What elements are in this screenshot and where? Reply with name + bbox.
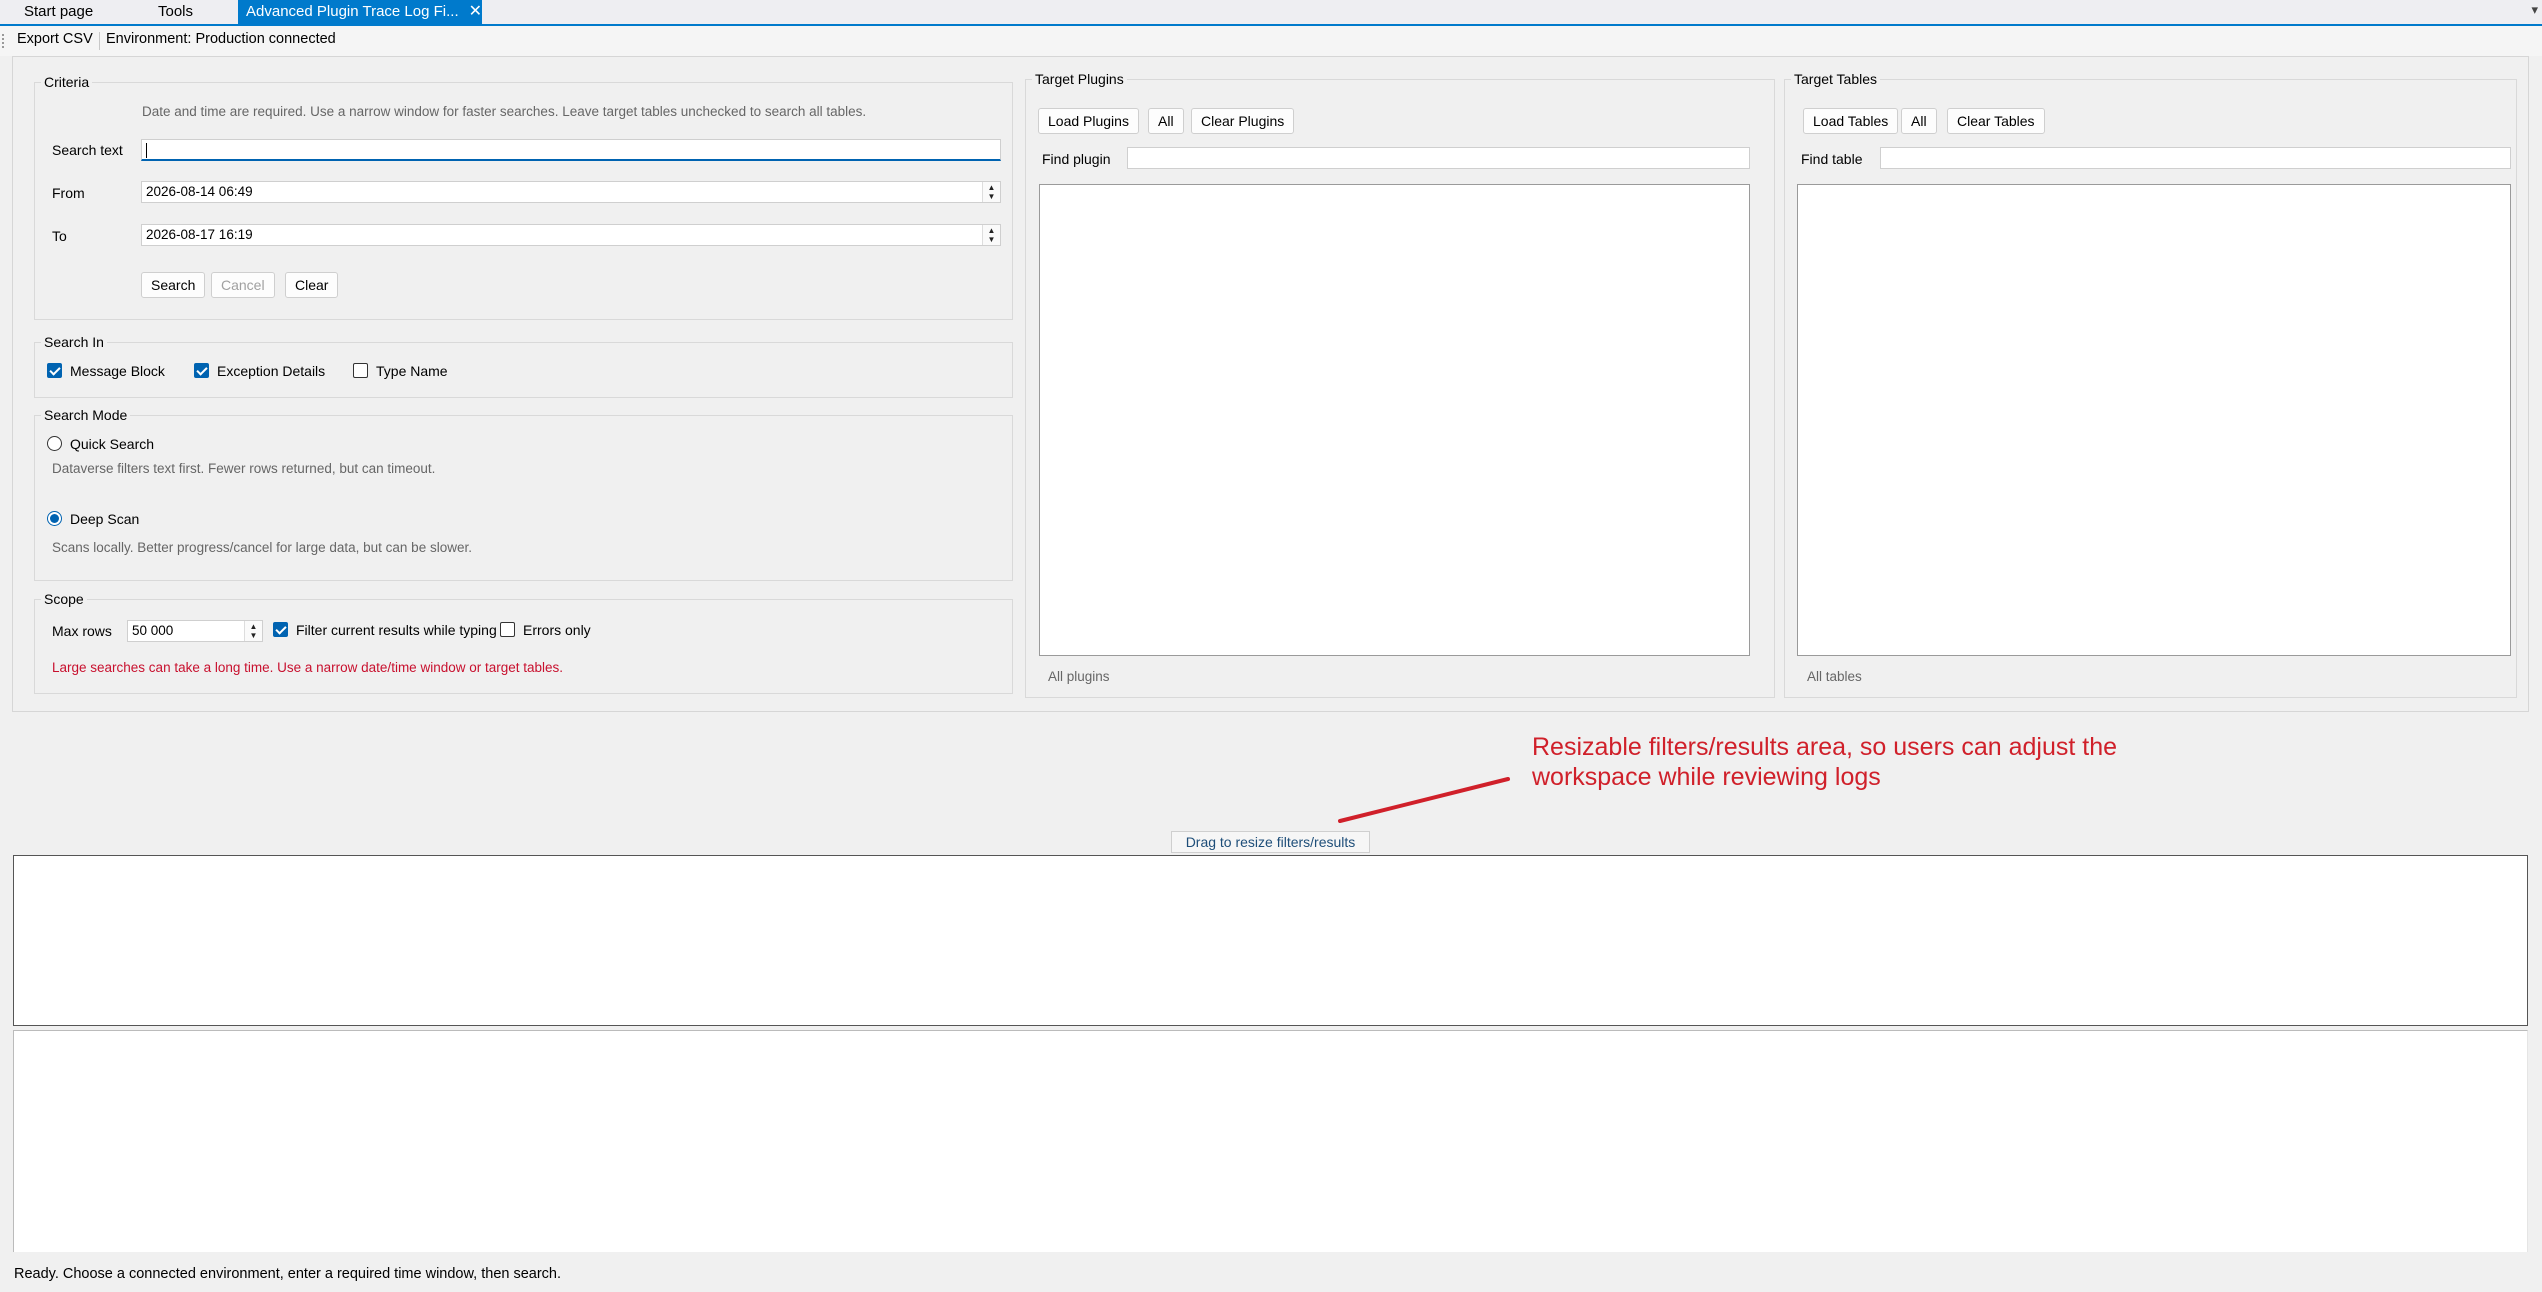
find-table-input[interactable] xyxy=(1880,147,2511,169)
to-value: 2026-08-17 16:19 xyxy=(146,227,253,242)
load-tables-button[interactable]: Load Tables xyxy=(1803,108,1899,134)
environment-status: Environment: Production connected xyxy=(106,31,336,47)
target-plugins-group: Target Plugins Load Plugins All Clear Pl… xyxy=(1025,71,1775,698)
toolbar: Export CSV Environment: Production conne… xyxy=(0,26,2542,56)
exception-details-label: Exception Details xyxy=(217,363,326,379)
type-name-checkbox[interactable] xyxy=(353,363,368,378)
tab-tools[interactable]: Tools xyxy=(150,0,201,24)
target-tables-legend: Target Tables xyxy=(1791,71,1881,87)
quick-search-label: Quick Search xyxy=(70,436,155,452)
max-rows-input[interactable]: 50 000 ▲ ▼ xyxy=(127,620,263,642)
close-icon[interactable]: ✕ xyxy=(469,3,482,20)
annotation-arrow xyxy=(1338,777,1510,823)
search-text-input[interactable] xyxy=(141,139,1001,161)
deep-scan-radio[interactable] xyxy=(47,511,62,526)
tab-advanced-plugin-trace-log[interactable]: Advanced Plugin Trace Log Fi... ✕ xyxy=(238,0,482,24)
results-grid[interactable] xyxy=(13,855,2528,1026)
errors-only-checkbox[interactable] xyxy=(500,622,515,637)
to-spinner[interactable]: ▲ ▼ xyxy=(982,225,1000,245)
table-list[interactable] xyxy=(1797,184,2511,656)
plugins-footer: All plugins xyxy=(1048,669,1110,684)
search-button[interactable]: Search xyxy=(141,272,206,298)
filter-while-typing-label: Filter current results while typing xyxy=(296,622,497,638)
search-mode-legend: Search Mode xyxy=(41,407,131,423)
document-tab-strip: Start page Tools Advanced Plugin Trace L… xyxy=(0,0,2542,26)
resize-splitter-handle[interactable]: Drag to resize filters/results xyxy=(1171,831,1370,853)
criteria-hint: Date and time are required. Use a narrow… xyxy=(142,104,867,119)
quick-search-radio[interactable] xyxy=(47,436,62,451)
clear-button[interactable]: Clear xyxy=(285,272,339,298)
chevron-down-icon[interactable]: ▾ xyxy=(2531,2,2538,18)
scope-group: Scope Max rows 50 000 ▲ ▼ Filter current … xyxy=(34,591,1013,694)
search-in-group: Search In Message Block Exception Detail… xyxy=(34,334,1013,398)
toolbar-grip[interactable] xyxy=(2,34,5,48)
type-name-label: Type Name xyxy=(376,363,448,379)
toolbar-separator xyxy=(99,32,100,50)
from-datetime-picker[interactable]: 2026-08-14 06:49 ▲ ▼ xyxy=(141,181,1001,203)
message-block-checkbox[interactable] xyxy=(47,363,62,378)
from-spinner[interactable]: ▲ ▼ xyxy=(982,182,1000,202)
tab-label: Advanced Plugin Trace Log Fi... xyxy=(246,3,459,20)
search-mode-group: Search Mode Quick Search Dataverse filte… xyxy=(34,407,1013,581)
exception-details-checkbox[interactable] xyxy=(194,363,209,378)
search-text-label: Search text xyxy=(52,142,123,158)
all-tables-button[interactable]: All xyxy=(1901,108,1937,134)
annotation-callout: Resizable filters/results area, so users… xyxy=(1532,732,2232,792)
to-datetime-picker[interactable]: 2026-08-17 16:19 ▲ ▼ xyxy=(141,224,1001,246)
max-rows-label: Max rows xyxy=(52,623,112,639)
tables-footer: All tables xyxy=(1807,669,1862,684)
max-rows-spinner[interactable]: ▲ ▼ xyxy=(244,621,262,641)
all-plugins-button[interactable]: All xyxy=(1148,108,1184,134)
filters-panel: Criteria Date and time are required. Use… xyxy=(12,56,2529,712)
message-block-label: Message Block xyxy=(70,363,165,379)
large-search-warning: Large searches can take a long time. Use… xyxy=(52,660,564,675)
deep-scan-label: Deep Scan xyxy=(70,511,140,527)
to-label: To xyxy=(52,228,67,244)
target-plugins-legend: Target Plugins xyxy=(1032,71,1127,87)
text-caret xyxy=(146,142,147,158)
deep-scan-description: Scans locally. Better progress/cancel fo… xyxy=(52,540,472,555)
clear-plugins-button[interactable]: Clear Plugins xyxy=(1191,108,1295,134)
cancel-button[interactable]: Cancel xyxy=(211,272,275,298)
search-in-legend: Search In xyxy=(41,334,107,350)
find-table-label: Find table xyxy=(1801,151,1863,167)
plugin-list[interactable] xyxy=(1039,184,1750,656)
status-text: Ready. Choose a connected environment, e… xyxy=(14,1266,562,1282)
quick-search-description: Dataverse filters text first. Fewer rows… xyxy=(52,461,436,476)
errors-only-label: Errors only xyxy=(523,622,591,638)
annotation-line-2: workspace while reviewing logs xyxy=(1532,763,1881,791)
filter-while-typing-checkbox[interactable] xyxy=(273,622,288,637)
criteria-legend: Criteria xyxy=(41,74,93,90)
find-plugin-input[interactable] xyxy=(1127,147,1750,169)
tab-start-page[interactable]: Start page xyxy=(16,0,101,24)
annotation-line-1: Resizable filters/results area, so users… xyxy=(1532,733,2117,761)
load-plugins-button[interactable]: Load Plugins xyxy=(1038,108,1139,134)
status-bar: Ready. Choose a connected environment, e… xyxy=(0,1258,2542,1292)
criteria-group: Criteria Date and time are required. Use… xyxy=(34,74,1013,320)
from-value: 2026-08-14 06:49 xyxy=(146,184,253,199)
max-rows-value: 50 000 xyxy=(132,623,174,638)
clear-tables-button[interactable]: Clear Tables xyxy=(1947,108,2045,134)
details-pane[interactable] xyxy=(13,1030,2528,1252)
target-tables-group: Target Tables Load Tables All Clear Tabl… xyxy=(1784,71,2517,698)
scope-legend: Scope xyxy=(41,591,87,607)
export-csv-button[interactable]: Export CSV xyxy=(17,31,93,47)
find-plugin-label: Find plugin xyxy=(1042,151,1111,167)
from-label: From xyxy=(52,185,85,201)
